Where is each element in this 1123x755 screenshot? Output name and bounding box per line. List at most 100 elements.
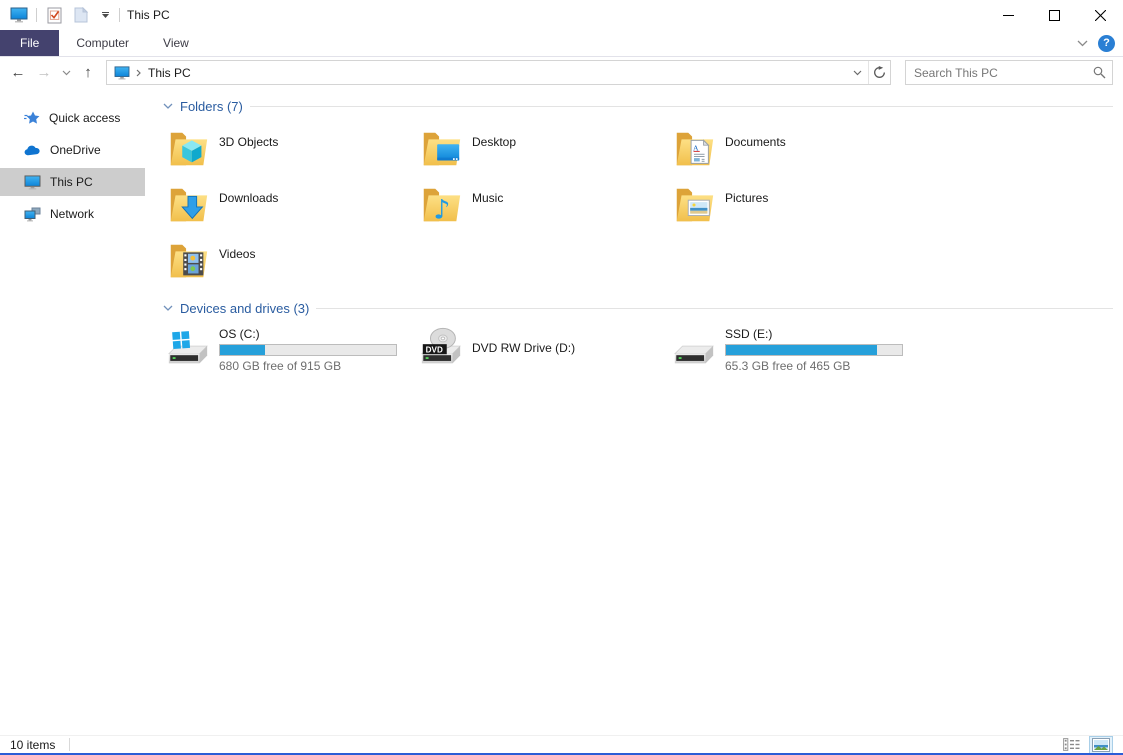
expand-ribbon-chevron-icon[interactable] [1077,40,1088,47]
folder-tile-documents[interactable]: A Documents [669,121,922,177]
drive-info: OS (C:) 680 GB free of 915 GB [219,325,397,373]
title-bar: This PC [0,0,1123,30]
folder-name: Videos [219,247,255,261]
tab-computer[interactable]: Computer [59,30,146,56]
group-header-rule [250,106,1113,107]
folder-name: Downloads [219,191,278,205]
disk-usage-fill [726,345,877,355]
this-pc-monitor-icon [24,175,41,190]
up-button[interactable]: ↑ [76,61,100,85]
folder-name: Documents [725,135,786,149]
tab-view[interactable]: View [146,30,206,56]
group-header-folders-7[interactable]: Folders (7) [163,96,1113,116]
maximize-button[interactable] [1031,0,1077,30]
group-header-rule [316,308,1113,309]
tab-file[interactable]: File [0,30,59,56]
items-count: 10 items [10,738,55,752]
folder-tile-pictures[interactable]: Pictures [669,177,922,233]
disk-usage-fill [220,345,265,355]
group-label: Folders (7) [180,99,243,114]
status-bar: 10 items [0,735,1123,753]
folder-tile-3d-objects[interactable]: 3D Objects [163,121,416,177]
drive-tile-os-c[interactable]: OS (C:) 680 GB free of 915 GB [163,323,416,381]
folder-tile-desktop[interactable]: Desktop [416,121,669,177]
ssd-drive-icon [671,325,717,371]
drive-free-space: 680 GB free of 915 GB [219,359,397,373]
new-folder-button[interactable] [71,4,91,26]
back-button[interactable]: ← [6,61,30,85]
folder-tile-videos[interactable]: Videos [163,233,416,289]
drive-name: DVD RW Drive (D:) [472,341,575,356]
search-icon[interactable] [1093,66,1106,79]
quick-access-star-icon [24,110,40,126]
folder-name: Music [472,191,503,205]
group-folders-7: Folders (7) 3D Objects Desktop A Documents Do… [163,96,1113,289]
properties-button[interactable] [44,4,64,26]
chevron-down-icon [102,14,109,18]
refresh-icon[interactable] [868,61,890,84]
pictures-folder-icon [671,182,717,228]
caret-line [102,12,109,13]
sidebar-item-this-pc[interactable]: This PC [0,168,145,196]
file-list: Folders (7) 3D Objects Desktop A Documents Do… [145,88,1123,735]
customize-quick-access-toolbar-button[interactable] [98,4,112,26]
group-label: Devices and drives (3) [180,301,309,316]
drive-tile-ssd-e[interactable]: SSD (E:) 65.3 GB free of 465 GB [669,323,922,381]
minimize-button[interactable] [985,0,1031,30]
large-icons-view-button[interactable] [1089,736,1113,754]
sidebar-item-quick-access[interactable]: Quick access [0,104,145,132]
svg-text:♪: ♪ [433,194,450,225]
details-view-button[interactable] [1060,736,1083,753]
sidebar-item-label: Network [50,207,94,221]
music-folder-icon: ♪ [418,182,464,228]
folder-tile-downloads[interactable]: Downloads [163,177,416,233]
svg-text:DVD: DVD [426,345,443,354]
folder-tile-music[interactable]: ♪ Music [416,177,669,233]
dvd-drive-icon: DVD [418,325,464,371]
window-controls [985,0,1123,30]
tile-grid: 3D Objects Desktop A Documents Downloads ♪ Mus… [163,121,1113,289]
navigation-bar: ← → ↑ This PC [0,57,1123,88]
address-bar[interactable]: This PC [106,60,891,85]
this-pc-system-icon [9,4,29,26]
toolbar-separator [119,8,120,22]
address-dropdown-chevron-icon[interactable] [846,61,868,84]
breadcrumb: This PC [136,66,191,80]
group-collapse-chevron-icon[interactable] [163,305,173,311]
quick-access-toolbar [0,4,120,26]
breadcrumb-this-pc[interactable]: This PC [148,66,191,80]
forward-button[interactable]: → [32,61,56,85]
network-computers-icon [24,207,41,222]
toolbar-separator [36,8,37,22]
address-bar-controls [846,61,890,84]
3d-objects-folder-icon [165,126,211,172]
folder-name: 3D Objects [219,135,278,149]
sidebar-item-label: OneDrive [50,143,101,157]
disk-usage-bar [219,344,397,356]
search-box [905,60,1113,85]
sidebar-item-network[interactable]: Network [0,200,145,228]
status-separator [69,738,70,751]
help-button[interactable]: ? [1098,35,1115,52]
drive-tile-dvd-rw-drive-d[interactable]: DVD DVD RW Drive (D:) [416,323,669,381]
downloads-folder-icon [165,182,211,228]
folder-name: Pictures [725,191,768,205]
close-button[interactable] [1077,0,1123,30]
main-area: Quick access OneDrive This PC Network Fo… [0,88,1123,735]
folder-name: Desktop [472,135,516,149]
breadcrumb-chevron-icon[interactable] [136,69,141,77]
ribbon-right-controls: ? [1077,30,1123,56]
search-input[interactable] [914,66,1093,80]
drive-info: SSD (E:) 65.3 GB free of 465 GB [725,325,903,373]
sidebar-item-onedrive[interactable]: OneDrive [0,136,145,164]
drive-name: OS (C:) [219,327,397,342]
recent-locations-chevron-icon[interactable] [58,61,74,85]
group-header-devices-and-drives-3[interactable]: Devices and drives (3) [163,298,1113,318]
onedrive-cloud-icon [24,142,41,158]
navigation-pane: Quick access OneDrive This PC Network [0,88,145,735]
documents-folder-icon: A [671,126,717,172]
drive-name: SSD (E:) [725,327,903,342]
drive-free-space: 65.3 GB free of 465 GB [725,359,903,373]
group-collapse-chevron-icon[interactable] [163,103,173,109]
file-explorer-window: This PC File Computer View ? ← → ↑ [0,0,1123,755]
